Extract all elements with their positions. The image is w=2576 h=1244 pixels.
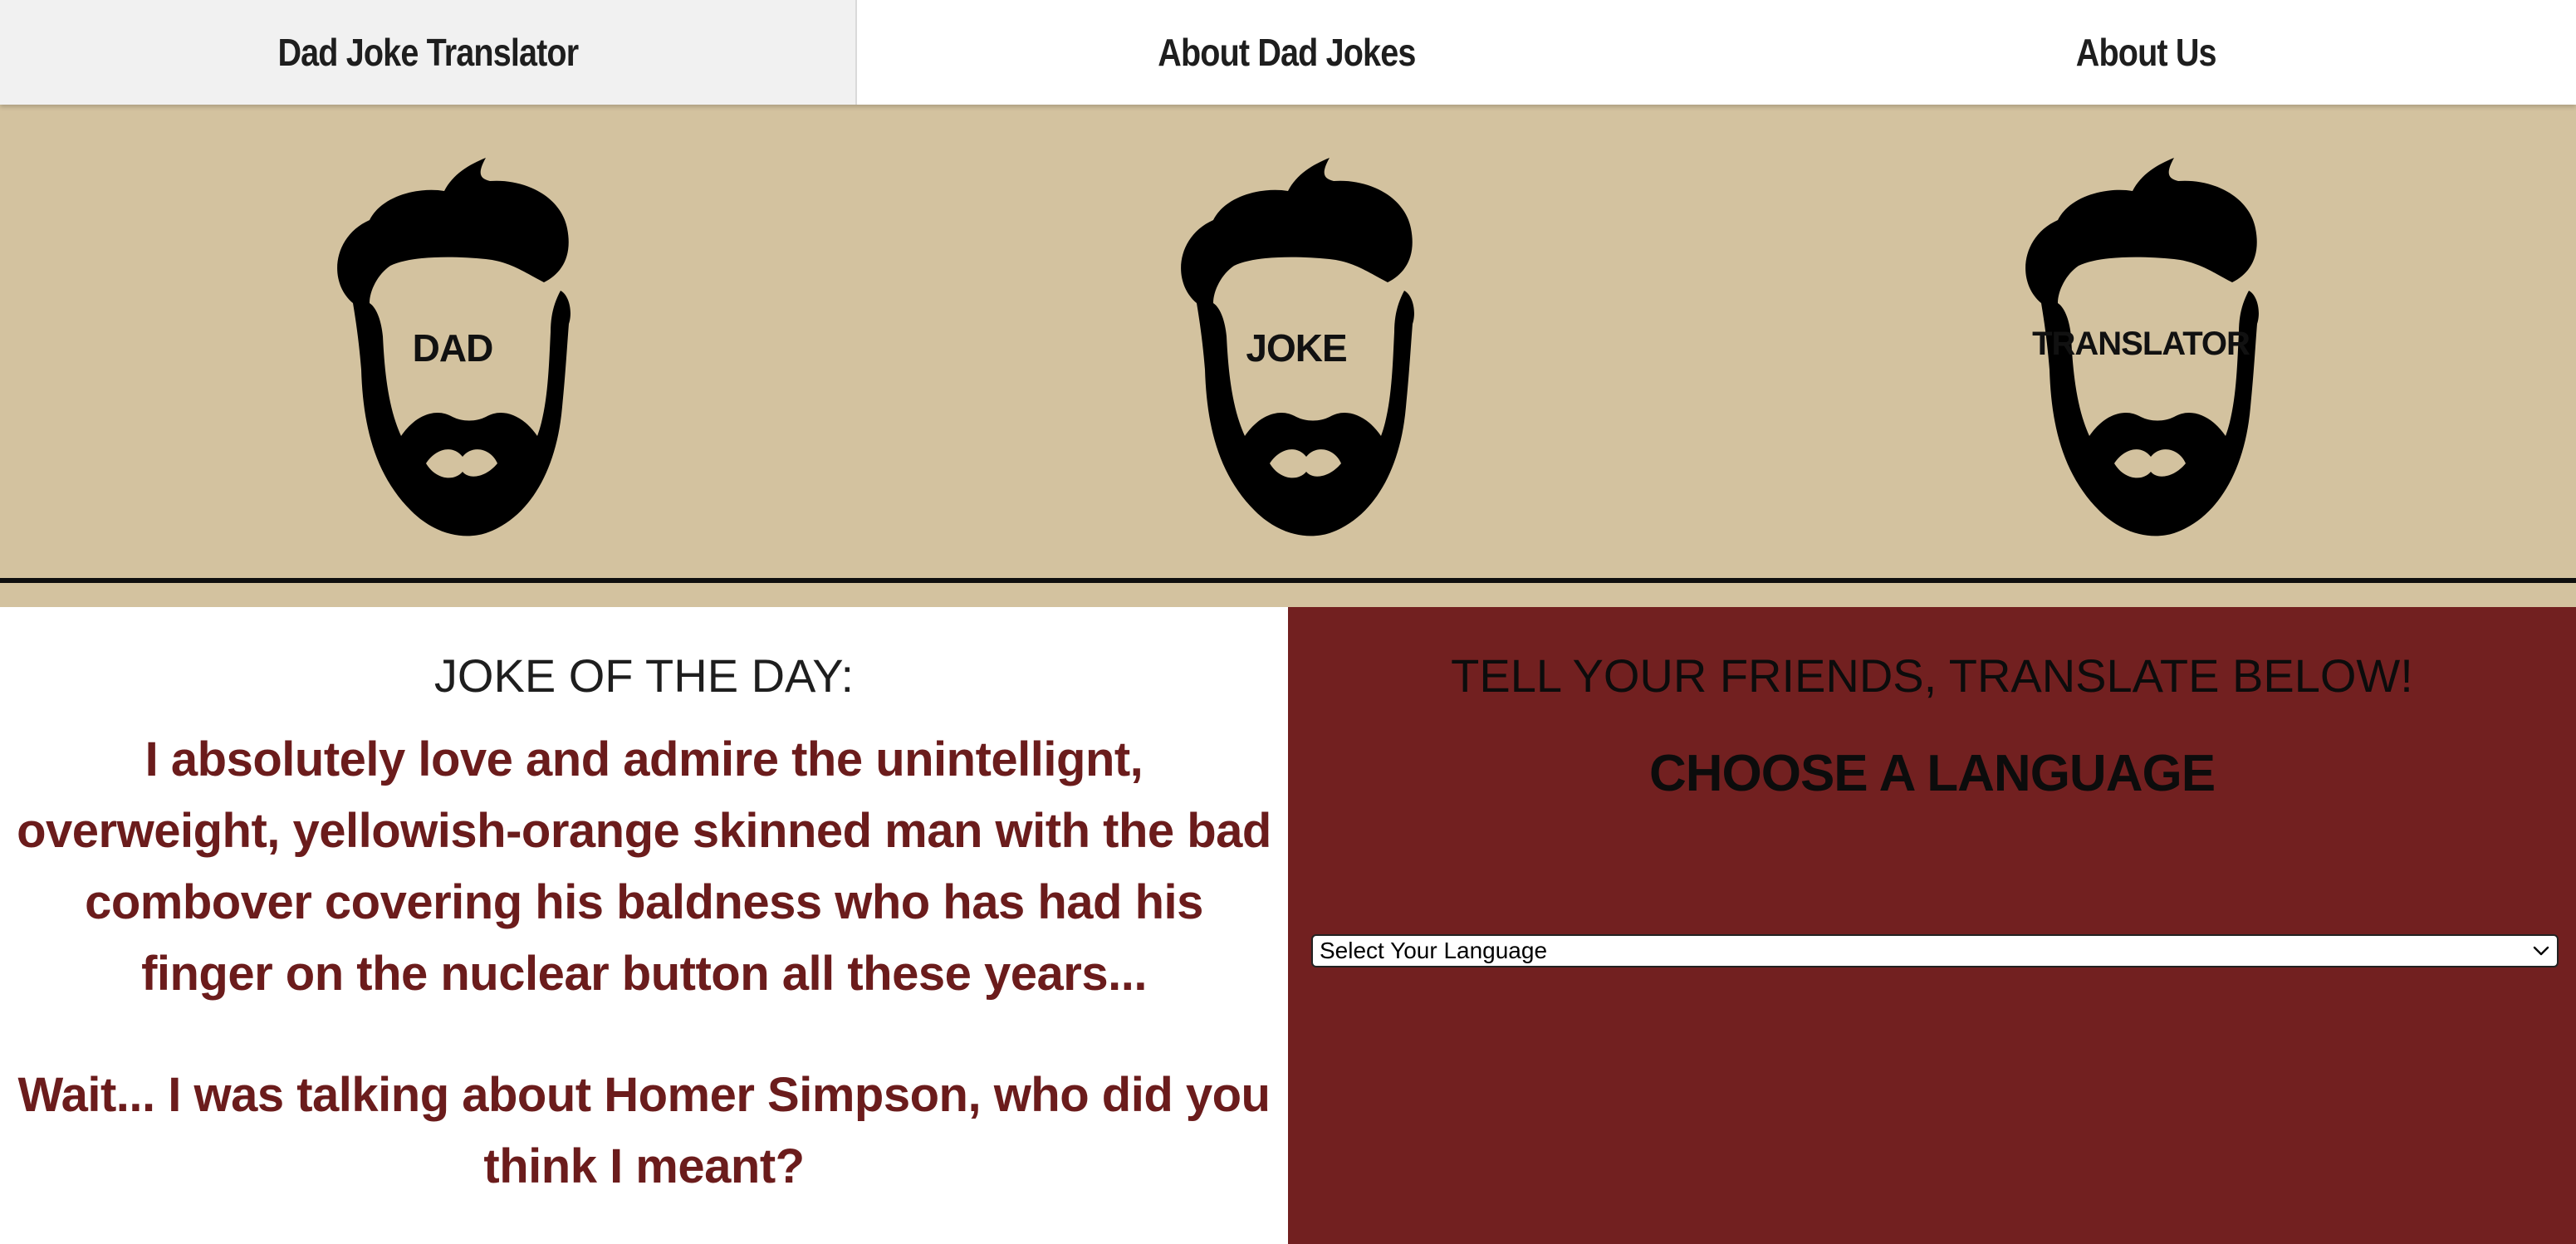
nav-tab-dad-joke-translator[interactable]: Dad Joke Translator <box>0 0 857 105</box>
head-label: JOKE <box>1246 326 1347 370</box>
share-heading: TELL YOUR FRIENDS, TRANSLATE BELOW! <box>1451 649 2413 702</box>
head-label: TRANSLATOR <box>2032 326 2250 362</box>
joke-setup-text: I absolutely love and admire the unintel… <box>17 732 1271 1001</box>
joke-of-the-day-title: JOKE OF THE DAY: <box>433 649 855 702</box>
chevron-down-icon <box>2532 942 2550 960</box>
banner-divider <box>0 578 2576 583</box>
head-label: DAD <box>412 326 494 370</box>
choose-language-heading: CHOOSE A LANGUAGE <box>1648 745 2216 802</box>
nav-tab-label: About Dad Jokes <box>1157 31 1416 74</box>
nav-tab-label: Dad Joke Translator <box>277 31 579 74</box>
nav-tab-about-dad-jokes[interactable]: About Dad Jokes <box>857 0 1716 105</box>
translator-head-logo: TRANSLATOR <box>2008 158 2274 540</box>
joke-of-the-day-panel: JOKE OF THE DAY: I absolutely love and a… <box>0 607 1288 1244</box>
dad-head-logo: DAD <box>320 158 585 540</box>
nav-tab-label: About Us <box>2075 31 2217 74</box>
joke-punchline-text: Wait... I was talking about Homer Simpso… <box>17 1068 1271 1193</box>
joke-head-logo: JOKE <box>1163 158 1429 540</box>
nav-tab-about-us[interactable]: About Us <box>1716 0 2576 105</box>
language-select-value: Select Your Language <box>1320 938 1548 963</box>
language-select[interactable]: Select Your Language <box>1311 934 2559 967</box>
top-nav: Dad Joke Translator About Dad Jokes Abou… <box>0 0 2576 105</box>
translate-panel: TELL YOUR FRIENDS, TRANSLATE BELOW! CHOO… <box>1288 607 2576 1244</box>
